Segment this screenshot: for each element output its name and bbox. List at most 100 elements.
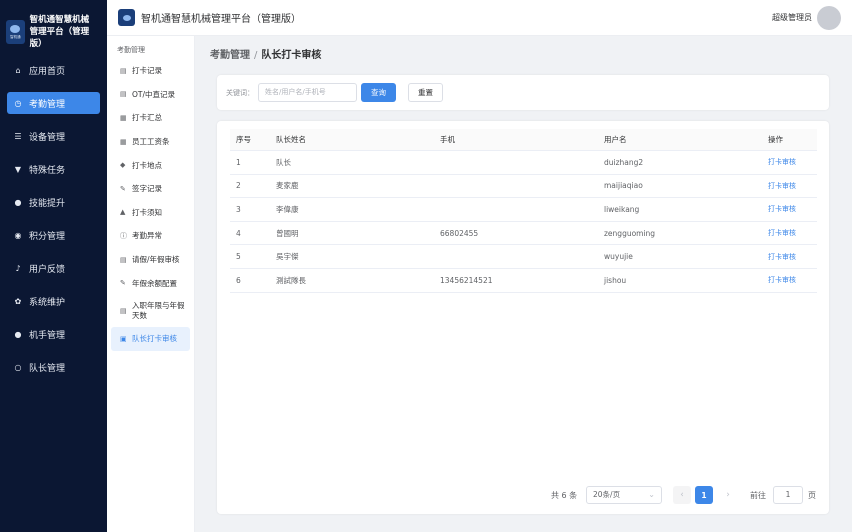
brand-name: 智机通智慧机械 管理平台（管理版） xyxy=(29,15,90,49)
warning-icon: ▲ xyxy=(120,208,126,217)
home-icon: ⌂ xyxy=(15,65,21,75)
nav-item-label: 设备管理 xyxy=(29,132,66,143)
chevron-down-icon: ⌄ xyxy=(648,490,655,499)
audit-link[interactable]: 打卡审核 xyxy=(768,204,817,214)
submenu-item-11[interactable]: ▣ 队长打卡审核 xyxy=(111,326,190,351)
nav-item-6[interactable]: ♪ 用户反馈 xyxy=(7,257,100,279)
user-name[interactable]: 超级管理员 xyxy=(772,12,812,23)
submenu-item-label: 年假余额配置 xyxy=(132,278,177,288)
audit-link[interactable]: 打卡审核 xyxy=(768,181,817,191)
table-panel: 序号 队长姓名 手机 用户名 操作 1 队长 duizhang2 打卡审核 2 麦家鹿 ma… xyxy=(217,121,829,514)
nav-item-2[interactable]: ☰ 设备管理 xyxy=(7,125,100,147)
submenu-item-4[interactable]: ◆ 打卡地点 xyxy=(111,153,190,177)
cell-no: 2 xyxy=(236,181,241,191)
submenu: 考勤管理 ▤ 打卡记录 ▤ OT/中直记录 ▦ 打卡汇总 ▦ 员工工资条 ◆ 打卡地点 ✎ 签字记录 ▲… xyxy=(107,36,195,532)
prev-page-button[interactable]: ‹ xyxy=(673,486,691,504)
submenu-item-label: 打卡地点 xyxy=(132,160,162,170)
cell-username: zengguoming xyxy=(604,228,656,238)
submenu-item-2[interactable]: ▦ 打卡汇总 xyxy=(111,106,190,130)
main-content: 考勤管理 / 队长打卡审核 关键词： 姓名/用户名/手机号 查询 重置 序号 队长姓… xyxy=(195,36,852,532)
submenu-item-7[interactable]: ⓘ 考勤异常 xyxy=(111,224,190,248)
table-row: 2 麦家鹿 maijiaqiao 打卡审核 xyxy=(230,175,817,199)
nav-item-0[interactable]: ⌂ 应用首页 xyxy=(7,59,100,81)
nav-item-label: 用户反馈 xyxy=(29,264,66,275)
audit-link[interactable]: 打卡审核 xyxy=(768,275,817,285)
brand: 智机通 智机通智慧机械 管理平台（管理版） xyxy=(0,12,107,52)
cell-no: 6 xyxy=(236,275,241,285)
goto-page-input[interactable]: 1 xyxy=(773,486,803,504)
submenu-item-label: 打卡记录 xyxy=(132,66,162,76)
nav-item-4[interactable]: ● 技能提升 xyxy=(7,191,100,213)
submenu-item-6[interactable]: ▲ 打卡须知 xyxy=(111,201,190,225)
cell-username: duizhang2 xyxy=(604,157,644,167)
submenu-item-5[interactable]: ✎ 签字记录 xyxy=(111,177,190,201)
query-button[interactable]: 查询 xyxy=(361,83,396,102)
avatar[interactable] xyxy=(817,6,841,30)
nav-item-label: 应用首页 xyxy=(29,66,66,77)
briefcase-icon: ▣ xyxy=(120,334,127,343)
nav-item-9[interactable]: ○ 队长管理 xyxy=(7,356,100,378)
nav-item-1[interactable]: ◷ 考勤管理 xyxy=(7,92,100,114)
list-icon: ▤ xyxy=(120,306,127,315)
goto-label: 前往 xyxy=(750,491,766,500)
cell-username: wuyujie xyxy=(604,252,633,262)
nav-item-5[interactable]: ◉ 积分管理 xyxy=(7,224,100,246)
header-username: 用户名 xyxy=(604,135,627,144)
task-icon: ▼ xyxy=(14,164,22,174)
header-phone: 手机 xyxy=(440,135,455,144)
submenu-item-3[interactable]: ▦ 员工工资条 xyxy=(111,130,190,154)
table-icon: ▦ xyxy=(120,137,127,146)
audit-link[interactable]: 打卡审核 xyxy=(768,157,817,167)
page-size-select[interactable]: 20条/页 ⌄ xyxy=(586,486,662,504)
submenu-item-1[interactable]: ▤ OT/中直记录 xyxy=(111,83,190,107)
sliders-icon: ☰ xyxy=(14,131,22,141)
submenu-item-8[interactable]: ▤ 请假/年假审核 xyxy=(111,248,190,272)
audit-link[interactable]: 打卡审核 xyxy=(768,252,817,262)
keyword-label: 关键词： xyxy=(226,89,254,97)
table-row: 5 吳宇傑 wuyujie 打卡审核 xyxy=(230,245,817,269)
page-number-current[interactable]: 1 xyxy=(695,486,713,504)
cell-no: 4 xyxy=(236,228,241,238)
nav-item-label: 积分管理 xyxy=(29,231,66,242)
nav-item-label: 机手管理 xyxy=(29,330,66,341)
top-bar: 智机通智慧机械管理平台（管理版） 超级管理员 xyxy=(107,0,852,36)
header-no: 序号 xyxy=(236,135,251,144)
nav-item-label: 系统维护 xyxy=(29,297,66,308)
header-name: 队长姓名 xyxy=(276,135,306,144)
submenu-item-label: 打卡须知 xyxy=(132,207,162,217)
next-page-button[interactable]: › xyxy=(719,486,737,504)
bell-icon: ♪ xyxy=(15,263,21,273)
submenu-item-label: 打卡汇总 xyxy=(132,113,162,123)
page-unit-label: 页 xyxy=(808,491,816,500)
sidebar: 智机通 智机通智慧机械 管理平台（管理版） ⌂ 应用首页 ◷ 考勤管理 ☰ 设备管理 ▼ 特殊… xyxy=(0,0,107,532)
submenu-item-9[interactable]: ✎ 年假余额配置 xyxy=(111,271,190,295)
total-count: 共 6 条 xyxy=(551,491,578,500)
cell-name: 曾國明 xyxy=(276,228,299,238)
user-icon: ● xyxy=(14,197,22,207)
header-action: 操作 xyxy=(768,135,783,144)
table-row: 6 測試隊長 13456214521 jishou 打卡审核 xyxy=(230,269,817,293)
gear-icon: ✿ xyxy=(14,296,22,306)
reset-button[interactable]: 重置 xyxy=(408,83,443,102)
cell-name: 測試隊長 xyxy=(276,275,306,285)
submenu-item-label: OT/中直记录 xyxy=(132,89,176,99)
submenu-item-label: 签字记录 xyxy=(132,184,162,194)
submenu-title: 考勤管理 xyxy=(117,46,145,54)
submenu-item-0[interactable]: ▤ 打卡记录 xyxy=(111,59,190,83)
nav-item-3[interactable]: ▼ 特殊任务 xyxy=(7,158,100,180)
cell-username: maijiaqiao xyxy=(604,181,643,191)
cell-name: 麦家鹿 xyxy=(276,181,299,191)
nav-item-8[interactable]: ● 机手管理 xyxy=(7,323,100,345)
data-table: 序号 队长姓名 手机 用户名 操作 1 队长 duizhang2 打卡审核 2 麦家鹿 ma… xyxy=(230,129,817,293)
submenu-item-10[interactable]: ▤ 入职年限与年假天数 xyxy=(111,295,190,327)
pagination: 共 6 条 20条/页 ⌄ ‹ 1 › 前往 1 页 xyxy=(217,486,829,506)
cell-phone: 66802455 xyxy=(440,228,479,238)
nav-item-label: 考勤管理 xyxy=(29,99,66,110)
breadcrumb-parent[interactable]: 考勤管理 xyxy=(210,50,250,61)
audit-link[interactable]: 打卡审核 xyxy=(768,228,817,238)
search-input[interactable]: 姓名/用户名/手机号 xyxy=(258,83,357,102)
main-nav: ⌂ 应用首页 ◷ 考勤管理 ☰ 设备管理 ▼ 特殊任务 ● 技能提升 ◉ 积分管理 ♪ 用户反馈 ✿ 系统维护… xyxy=(0,59,107,378)
nav-item-7[interactable]: ✿ 系统维护 xyxy=(7,290,100,312)
submenu-item-label: 员工工资条 xyxy=(132,137,170,147)
table-row: 3 李偉康 liweikang 打卡审核 xyxy=(230,198,817,222)
